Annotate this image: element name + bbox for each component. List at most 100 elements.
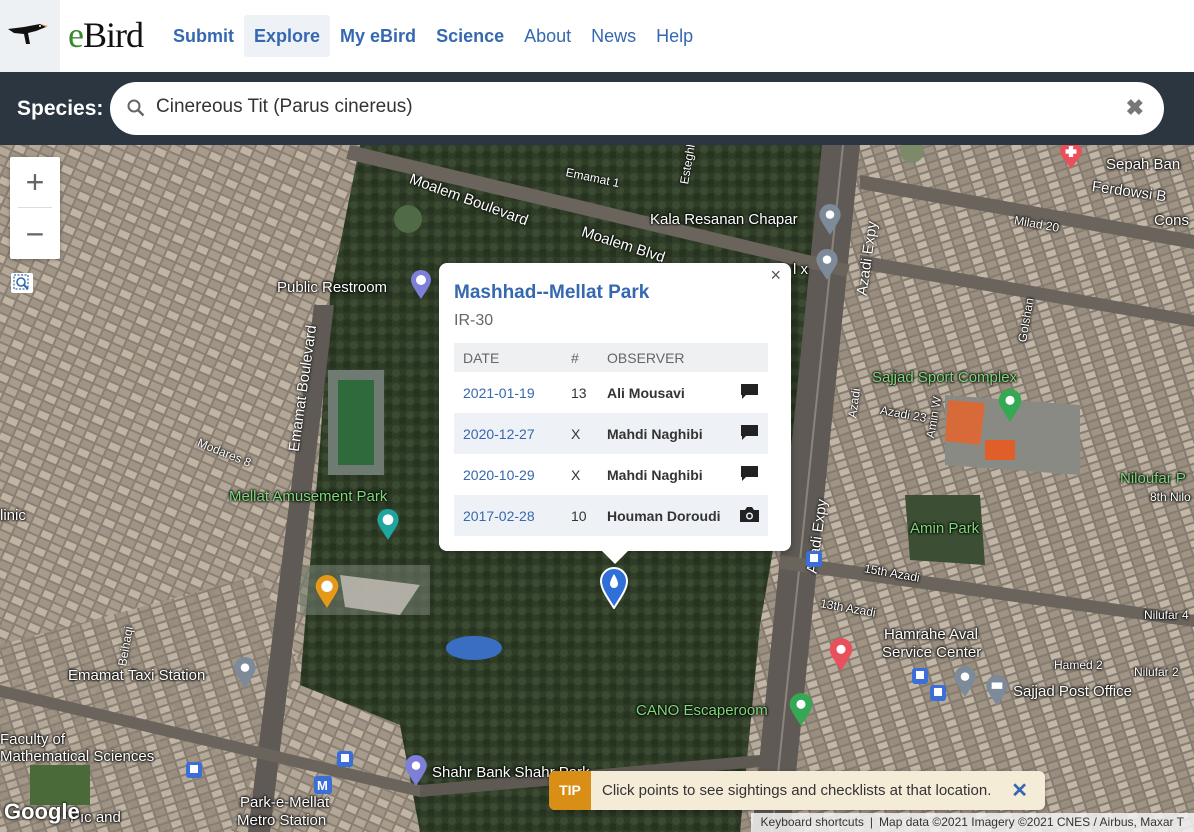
sighting-count: 10 <box>562 495 598 536</box>
lx-marker-icon[interactable] <box>815 249 839 281</box>
main-nav: Submit Explore My eBird Science About Ne… <box>163 15 703 57</box>
place-clinic[interactable]: linic <box>0 507 26 524</box>
sightings-header-row: DATE # OBSERVER <box>454 343 768 372</box>
nav-help[interactable]: Help <box>646 15 703 57</box>
place-emamat-taxi-station[interactable]: Emamat Taxi Station <box>68 667 205 684</box>
place-amin-park[interactable]: Amin Park <box>910 520 979 537</box>
taxi-marker-icon[interactable] <box>233 657 257 689</box>
map-data-text: Map data ©2021 Imagery ©2021 CNES / Airb… <box>879 815 1184 829</box>
comment-icon[interactable] <box>730 454 768 495</box>
place-hamed-2: Hamed 2 <box>1054 658 1103 672</box>
zoom-out-button[interactable]: − <box>10 209 60 259</box>
escaperoom-marker-icon[interactable] <box>788 693 814 727</box>
bus-stop-icon[interactable] <box>806 551 822 567</box>
place-mellat-amusement-park[interactable]: Mellat Amusement Park <box>229 488 387 505</box>
ebird-wordmark[interactable]: eBird <box>68 14 144 56</box>
tip-text: Click points to see sightings and checkl… <box>602 782 992 799</box>
popup-close-button[interactable]: × <box>764 263 787 288</box>
place-hamrahe-aval[interactable]: Hamrahe Aval <box>884 626 978 643</box>
place-sajjad-sport-complex[interactable]: Sajjad Sport Complex <box>872 369 1017 386</box>
keyboard-shortcuts-link[interactable]: Keyboard shortcuts <box>755 815 870 829</box>
popup-location-link[interactable]: Mashhad--Mellat Park <box>454 282 649 304</box>
column-header-observer: OBSERVER <box>598 343 730 372</box>
species-bar: Species: Cinereous Tit (Parus cinereus) … <box>0 72 1194 145</box>
nav-explore[interactable]: Explore <box>244 15 331 57</box>
table-row[interactable]: 2017-02-28 10 Houman Doroudi <box>454 495 768 536</box>
sighting-observer: Houman Doroudi <box>598 495 730 536</box>
nav-science[interactable]: Science <box>426 15 514 57</box>
place-nilufar-2: Nilufar 2 <box>1134 665 1179 679</box>
place-park-e-mellat[interactable]: Park-e-Mellat <box>240 794 329 811</box>
zoom-controls: + − <box>10 157 60 259</box>
sightings-table: DATE # OBSERVER 2021-01-19 13 Ali Mousav… <box>454 343 768 536</box>
nav-submit[interactable]: Submit <box>163 15 244 57</box>
nav-news[interactable]: News <box>581 15 646 57</box>
sighting-date-link[interactable]: 2021-01-19 <box>454 372 562 413</box>
shop-marker-icon[interactable] <box>953 666 977 698</box>
metro-marker-icon[interactable]: M <box>314 776 332 794</box>
comment-icon[interactable] <box>730 413 768 454</box>
tip-banner: TIP Click points to see sightings and ch… <box>549 771 1045 810</box>
hospital-marker-icon[interactable] <box>1059 145 1083 169</box>
bus-stop-icon[interactable] <box>337 751 353 767</box>
camera-icon[interactable] <box>730 495 768 536</box>
sighting-count: X <box>571 466 581 483</box>
place-cons[interactable]: Cons <box>1154 212 1189 229</box>
place-faculty-of[interactable]: Faculty of <box>0 731 65 748</box>
ebird-logo[interactable] <box>0 0 60 72</box>
shahr-bank-marker-icon[interactable] <box>404 755 428 787</box>
kala-resanan-marker-icon[interactable] <box>818 204 842 236</box>
top-navigation-bar: eBird Submit Explore My eBird Science Ab… <box>0 0 1194 73</box>
bus-stop-icon[interactable] <box>930 685 946 701</box>
table-row[interactable]: 2021-01-19 13 Ali Mousavi <box>454 372 768 413</box>
google-logo[interactable]: Google <box>4 799 80 825</box>
sighting-date-link[interactable]: 2017-02-28 <box>454 495 562 536</box>
table-row[interactable]: 2020-10-29 X Mahdi Naghibi <box>454 454 768 495</box>
close-icon[interactable]: ✖ <box>1126 95 1144 121</box>
place-sajjad-post-office[interactable]: Sajjad Post Office <box>1013 683 1132 700</box>
restroom-marker-icon[interactable] <box>410 270 432 300</box>
place-lx: l x <box>793 261 808 278</box>
place-metro-station[interactable]: Metro Station <box>237 812 326 829</box>
tip-close-button[interactable]: ✕ <box>1011 778 1028 803</box>
hotspot-marker-icon[interactable] <box>600 567 628 609</box>
post-office-marker-icon[interactable] <box>985 675 1009 707</box>
sighting-date-link[interactable]: 2020-12-27 <box>454 413 562 454</box>
sighting-observer: Mahdi Naghibi <box>607 466 703 483</box>
place-cano-escaperoom[interactable]: CANO Escaperoom <box>636 702 768 719</box>
satellite-map[interactable]: Public Restroom Mellat Amusement Park Em… <box>0 145 1194 832</box>
table-row[interactable]: 2020-12-27 X Mahdi Naghibi <box>454 413 768 454</box>
food-marker-icon[interactable] <box>314 575 340 609</box>
column-header-count: # <box>562 343 598 372</box>
species-search-value: Cinereous Tit (Parus cinereus) <box>156 96 413 117</box>
hamrahe-aval-marker-icon[interactable] <box>828 638 854 672</box>
place-sepah-bank[interactable]: Sepah Ban <box>1106 156 1180 173</box>
bus-stop-icon[interactable] <box>186 762 202 778</box>
amusement-marker-icon[interactable] <box>376 509 400 541</box>
sighting-observer: Ali Mousavi <box>607 384 685 401</box>
zoom-area-icon <box>13 274 29 290</box>
popup-region: IR-30 <box>454 312 494 329</box>
sport-complex-marker-icon[interactable] <box>997 389 1023 423</box>
tip-tag: TIP <box>549 771 591 810</box>
place-public-restroom[interactable]: Public Restroom <box>277 279 387 296</box>
nav-my-ebird[interactable]: My eBird <box>330 15 426 57</box>
place-mathematical-sciences[interactable]: Mathematical Sciences <box>0 748 154 765</box>
map-attribution: Keyboard shortcuts | Map data ©2021 Imager… <box>750 813 1194 832</box>
place-service-center[interactable]: Service Center <box>882 644 981 661</box>
search-icon <box>127 99 145 117</box>
zoom-area-button[interactable] <box>11 273 33 293</box>
column-header-date: DATE <box>454 343 562 372</box>
nav-about[interactable]: About <box>514 15 581 57</box>
bus-stop-icon[interactable] <box>912 668 928 684</box>
place-kala-resanan-chapar[interactable]: Kala Resanan Chapar <box>650 211 798 228</box>
species-label: Species: <box>17 97 104 120</box>
zoom-in-button[interactable]: + <box>10 157 60 207</box>
sighting-count: X <box>562 413 598 454</box>
zoom-divider <box>18 207 52 208</box>
sighting-date-link[interactable]: 2020-10-29 <box>454 454 562 495</box>
species-search-input[interactable]: Cinereous Tit (Parus cinereus) ✖ <box>110 82 1164 135</box>
place-niloufar-park[interactable]: Niloufar P <box>1120 470 1186 487</box>
place-8th-nilo: 8th Nilo <box>1150 490 1191 504</box>
comment-icon[interactable] <box>730 372 768 413</box>
